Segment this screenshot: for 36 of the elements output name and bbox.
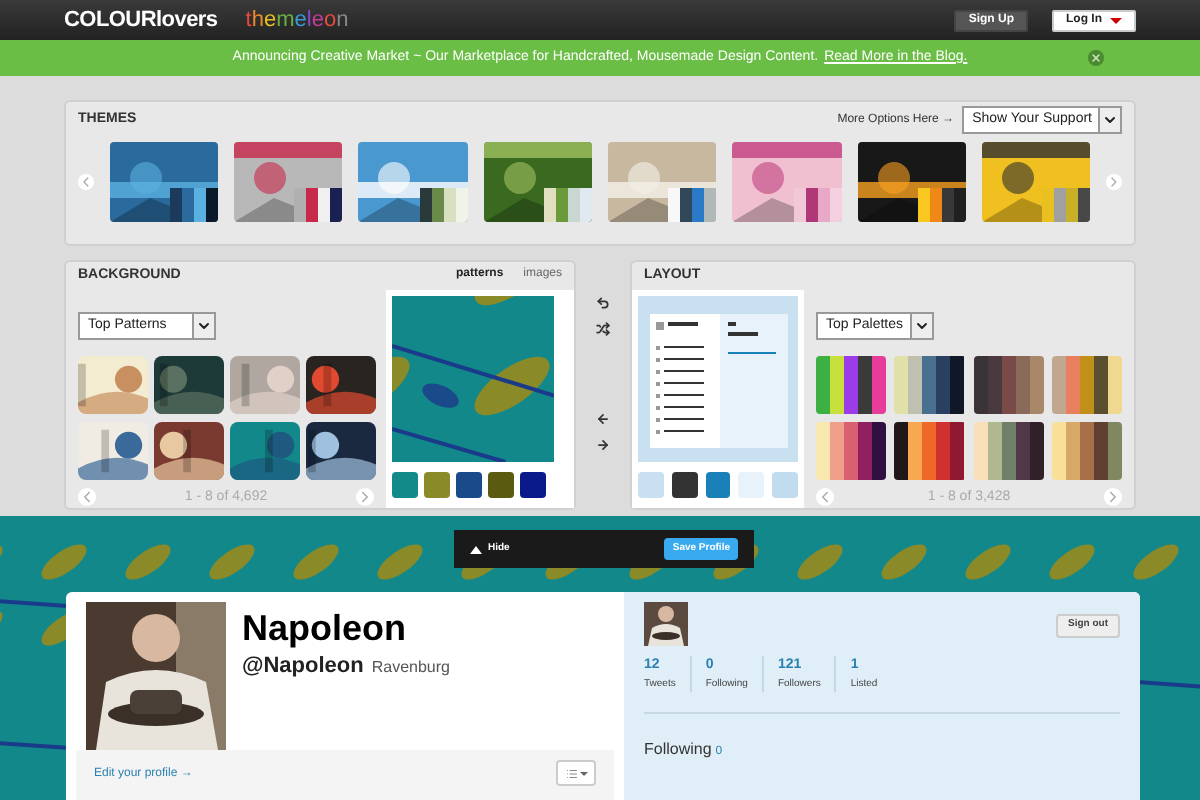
arrow-left-icon[interactable] bbox=[596, 412, 610, 426]
color-swatch[interactable] bbox=[705, 471, 731, 497]
theme-thumbnail[interactable] bbox=[608, 142, 717, 222]
logo[interactable]: COLOURlovers bbox=[64, 3, 218, 37]
color-swatch[interactable] bbox=[424, 471, 450, 497]
color-palette[interactable] bbox=[894, 355, 965, 413]
caret-icon bbox=[913, 317, 930, 334]
caret-icon bbox=[196, 317, 212, 334]
theme-thumbnail[interactable] bbox=[483, 142, 593, 222]
color-swatch[interactable] bbox=[488, 471, 514, 497]
color-swatch[interactable] bbox=[772, 471, 798, 497]
theme-thumbnail[interactable] bbox=[732, 142, 842, 222]
sublogo[interactable]: themeleon bbox=[245, 3, 349, 37]
color-palette[interactable] bbox=[973, 355, 1044, 413]
color-swatch[interactable] bbox=[456, 471, 482, 497]
color-swatch[interactable] bbox=[671, 471, 698, 497]
color-palette[interactable] bbox=[1051, 421, 1122, 479]
theme-thumbnail[interactable] bbox=[109, 142, 219, 222]
color-palette[interactable] bbox=[1051, 355, 1122, 413]
arrow-right-icon[interactable] bbox=[596, 438, 610, 452]
color-palette[interactable] bbox=[894, 421, 965, 479]
theme-thumbnail[interactable] bbox=[358, 142, 468, 222]
color-palette[interactable] bbox=[816, 355, 887, 413]
close-icon[interactable] bbox=[1088, 50, 1104, 66]
shuffle-icon[interactable] bbox=[596, 322, 610, 336]
color-palette[interactable] bbox=[973, 421, 1044, 479]
undo-icon[interactable] bbox=[596, 296, 610, 310]
color-swatch[interactable] bbox=[392, 471, 418, 497]
caret-icon bbox=[1102, 112, 1118, 128]
theme-thumbnail[interactable] bbox=[234, 142, 343, 222]
theme-thumbnail[interactable] bbox=[981, 142, 1091, 222]
color-palette[interactable] bbox=[816, 421, 887, 479]
theme-thumbnail[interactable] bbox=[857, 142, 966, 222]
color-swatch[interactable] bbox=[638, 471, 664, 497]
caret-icon bbox=[1110, 17, 1122, 23]
color-swatch[interactable] bbox=[520, 471, 546, 497]
